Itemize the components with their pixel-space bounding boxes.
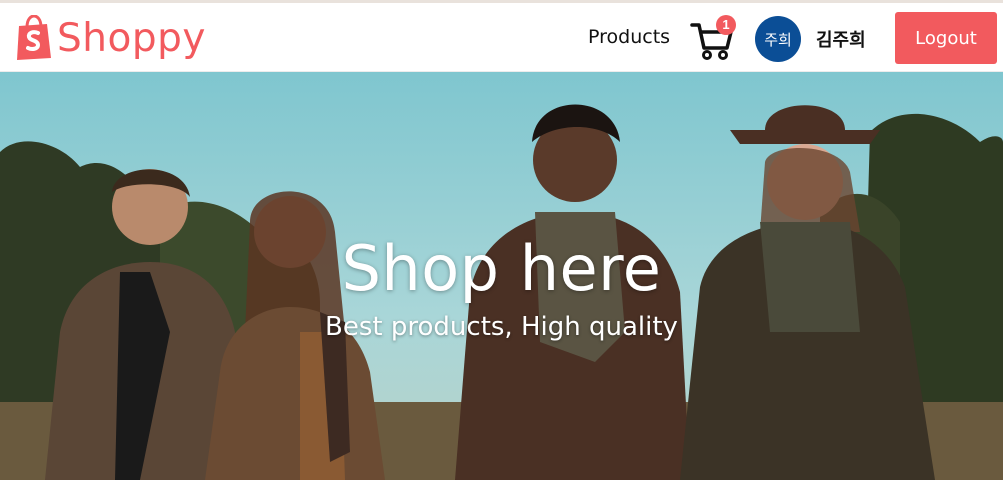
brand-name: Shoppy (57, 15, 206, 61)
cart-count-badge: 1 (716, 15, 736, 35)
hero-banner: Shop here Best products, High quality (0, 72, 1003, 480)
brand-logo-link[interactable]: Shoppy (14, 12, 206, 64)
top-navbar: Shoppy Products 1 주희 김주희 Logout (0, 3, 1003, 72)
user-name: 김주희 (816, 30, 866, 51)
shopping-bag-icon (17, 15, 51, 60)
nav-products-link[interactable]: Products (588, 26, 670, 48)
cart-button[interactable]: 1 (690, 15, 738, 61)
user-avatar[interactable]: 주희 (755, 16, 801, 62)
hero-title: Shop here (341, 232, 662, 305)
hero-subtitle: Best products, High quality (325, 312, 678, 342)
logout-button[interactable]: Logout (895, 12, 997, 64)
